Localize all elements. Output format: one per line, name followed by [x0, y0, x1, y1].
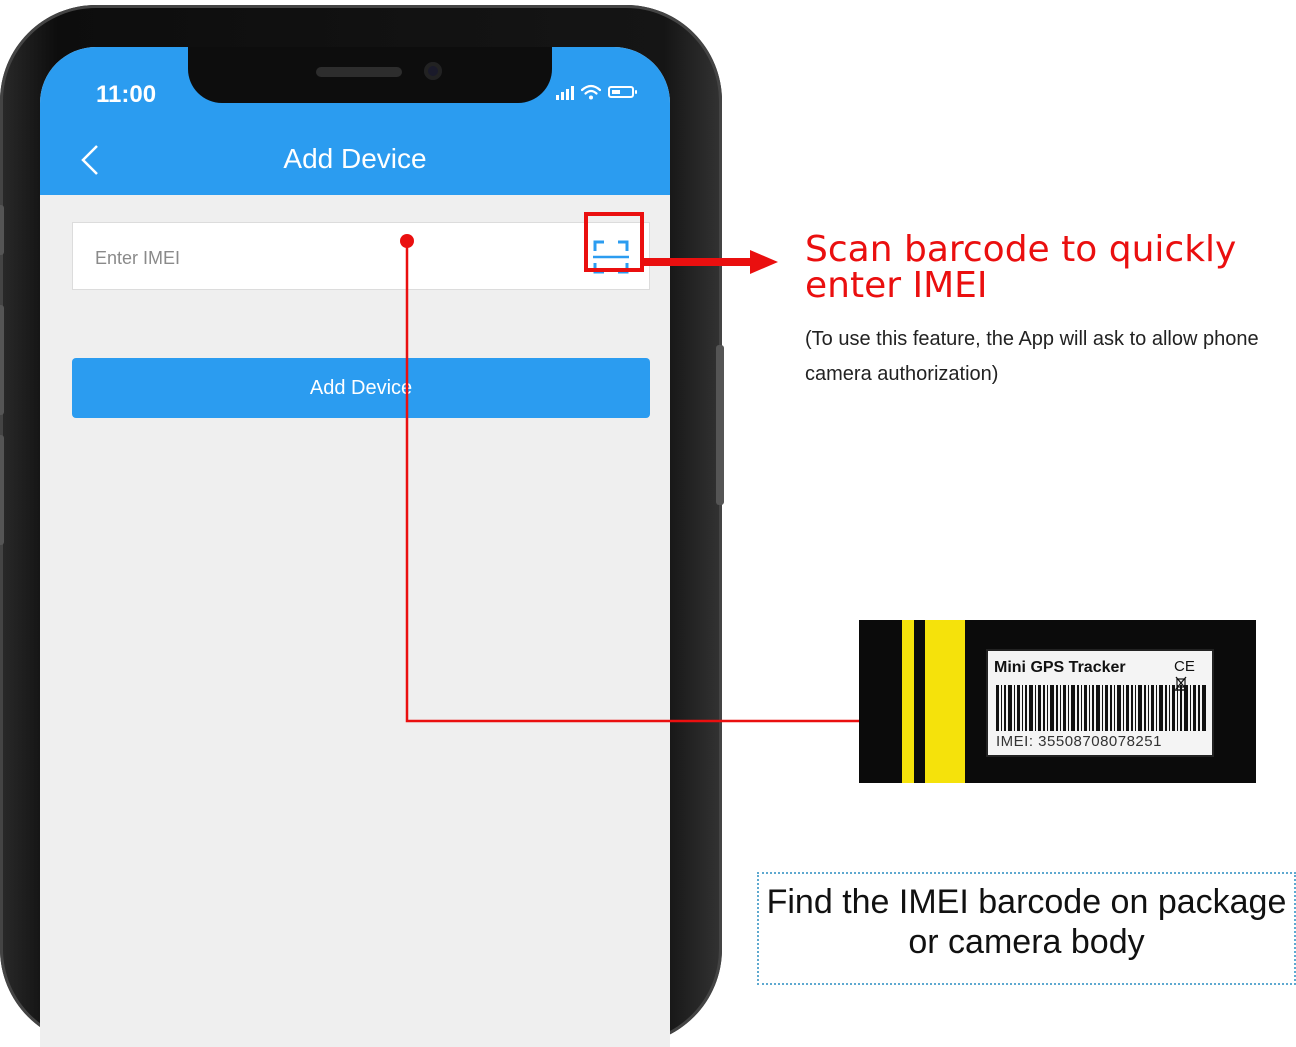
ce-mark-text: CE — [1174, 658, 1195, 675]
device-label-photo: Mini GPS Tracker CE IMEI: 35508708078251 — [859, 620, 1256, 783]
label-stripe — [925, 620, 965, 783]
imei-number: IMEI: 35508708078251 — [996, 733, 1162, 750]
scan-annotation-title: Scan barcode to quickly enter IMEI — [805, 229, 1237, 306]
annotation-arrows — [400, 234, 954, 729]
product-name: Mini GPS Tracker — [994, 659, 1126, 676]
imei-barcode — [996, 685, 1206, 731]
label-stripe — [902, 620, 914, 783]
imei-sticker: Mini GPS Tracker CE IMEI: 35508708078251 — [986, 649, 1214, 757]
scan-annotation-note: (To use this feature, the App will ask t… — [805, 328, 1259, 385]
find-imei-callout: Find the IMEI barcode on package or came… — [757, 872, 1296, 985]
find-imei-text: Find the IMEI barcode on package or came… — [766, 883, 1287, 961]
